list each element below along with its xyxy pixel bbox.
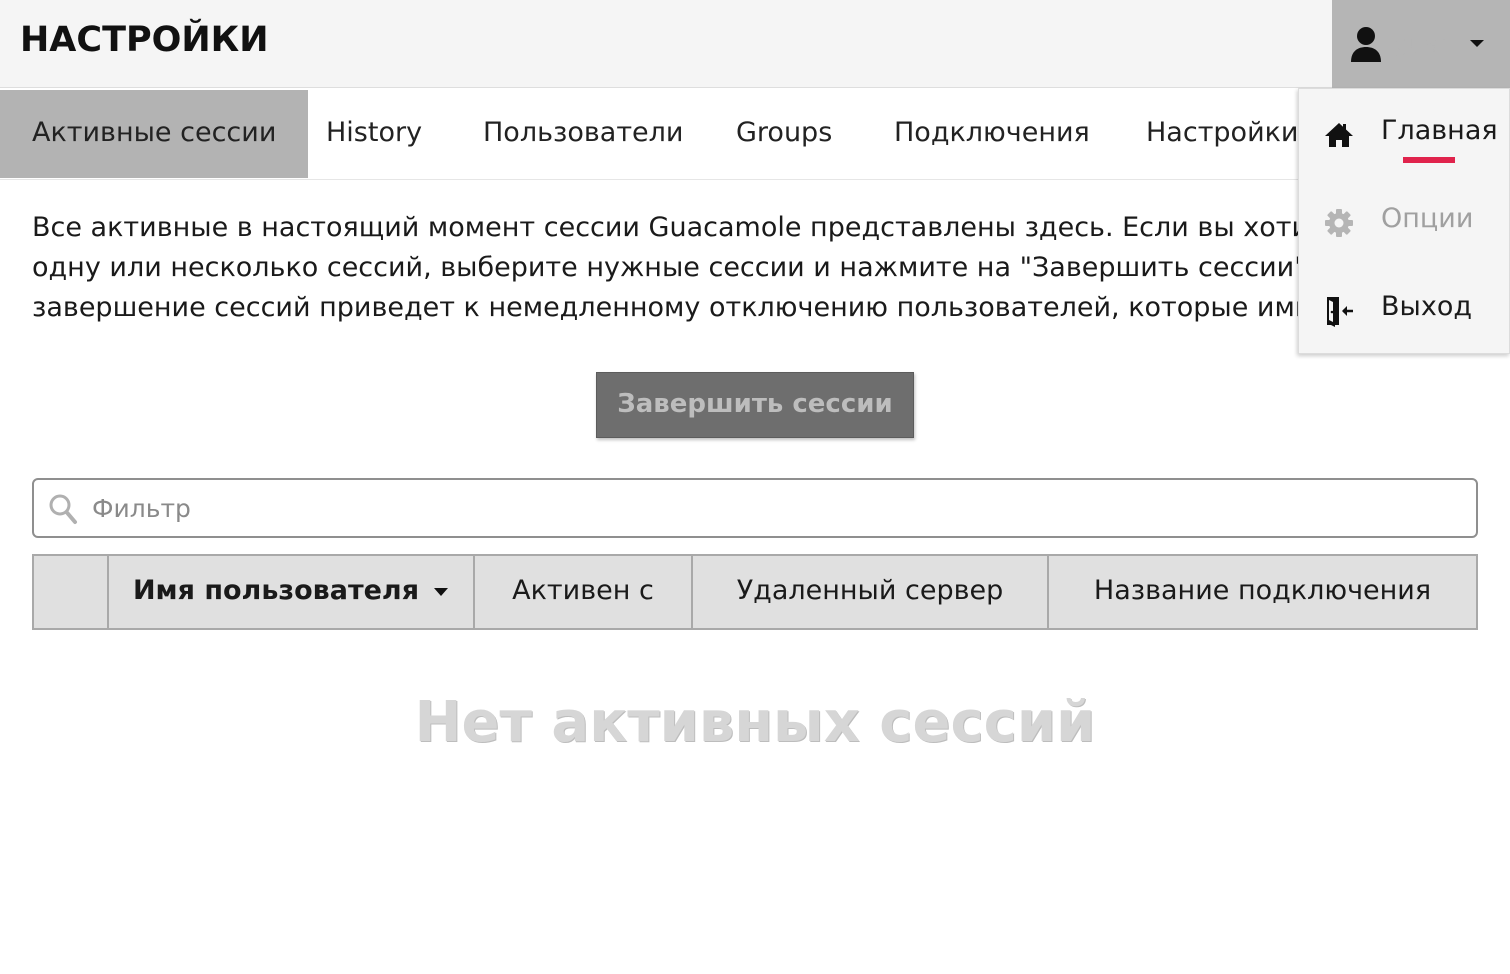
settings-page: НАСТРОЙКИ guac Активные сессии History П…: [0, 0, 1510, 974]
menu-item-home-label: Главная: [1381, 115, 1498, 146]
description-line: одну или несколько сессий, выберите нужн…: [32, 252, 1300, 283]
menu-item-home[interactable]: Главная: [1299, 93, 1510, 173]
page-title: НАСТРОЙКИ: [20, 20, 269, 60]
kill-sessions-button[interactable]: Завершить сессии: [596, 372, 914, 438]
menu-item-logout[interactable]: Выход: [1299, 269, 1510, 349]
user-icon: [1351, 27, 1381, 62]
filter-input[interactable]: [92, 488, 1462, 528]
tab-groups[interactable]: Groups: [704, 90, 864, 178]
select-column-header[interactable]: [34, 556, 109, 628]
filter-box: [32, 478, 1478, 538]
menu-item-options-label: Опции: [1381, 203, 1474, 234]
app-header: НАСТРОЙКИ guac: [0, 0, 1510, 88]
user-menu-button[interactable]: guac: [1332, 0, 1510, 88]
home-icon: [1325, 123, 1353, 147]
tab-users[interactable]: Пользователи: [451, 90, 715, 178]
logout-icon: [1327, 297, 1353, 327]
highlight-underline: [1403, 157, 1455, 163]
column-connection-name[interactable]: Название подключения: [1049, 556, 1476, 628]
tab-history[interactable]: History: [294, 90, 454, 178]
settings-tabs: Активные сессии History Пользователи Gro…: [0, 90, 1510, 180]
user-name: guac: [1394, 30, 1453, 58]
search-icon: [49, 494, 77, 524]
tab-active-sessions[interactable]: Активные сессии: [0, 90, 309, 178]
tab-connections[interactable]: Подключения: [862, 90, 1122, 178]
description-line: завершение сессий приведет к немедленном…: [32, 292, 1300, 323]
description-line: Все активные в настоящий момент сессии G…: [32, 212, 1300, 243]
column-username[interactable]: Имя пользователя: [109, 556, 475, 628]
user-dropdown-menu: Главная Опции Выход: [1298, 88, 1510, 354]
column-username-label: Имя пользователя: [132, 575, 420, 606]
empty-sessions-message: Нет активных сессий: [414, 690, 1096, 755]
sessions-table-header: Имя пользователя Активен с Удаленный сер…: [32, 554, 1478, 630]
gear-icon: [1325, 209, 1353, 237]
sessions-description: Все активные в настоящий момент сессии G…: [32, 208, 1300, 328]
menu-item-options[interactable]: Опции: [1299, 181, 1510, 261]
menu-item-logout-label: Выход: [1381, 291, 1473, 322]
chevron-down-icon: [1470, 40, 1484, 47]
sort-desc-icon: [434, 587, 449, 596]
column-active-since[interactable]: Активен с: [475, 556, 693, 628]
column-remote-host[interactable]: Удаленный сервер: [693, 556, 1049, 628]
